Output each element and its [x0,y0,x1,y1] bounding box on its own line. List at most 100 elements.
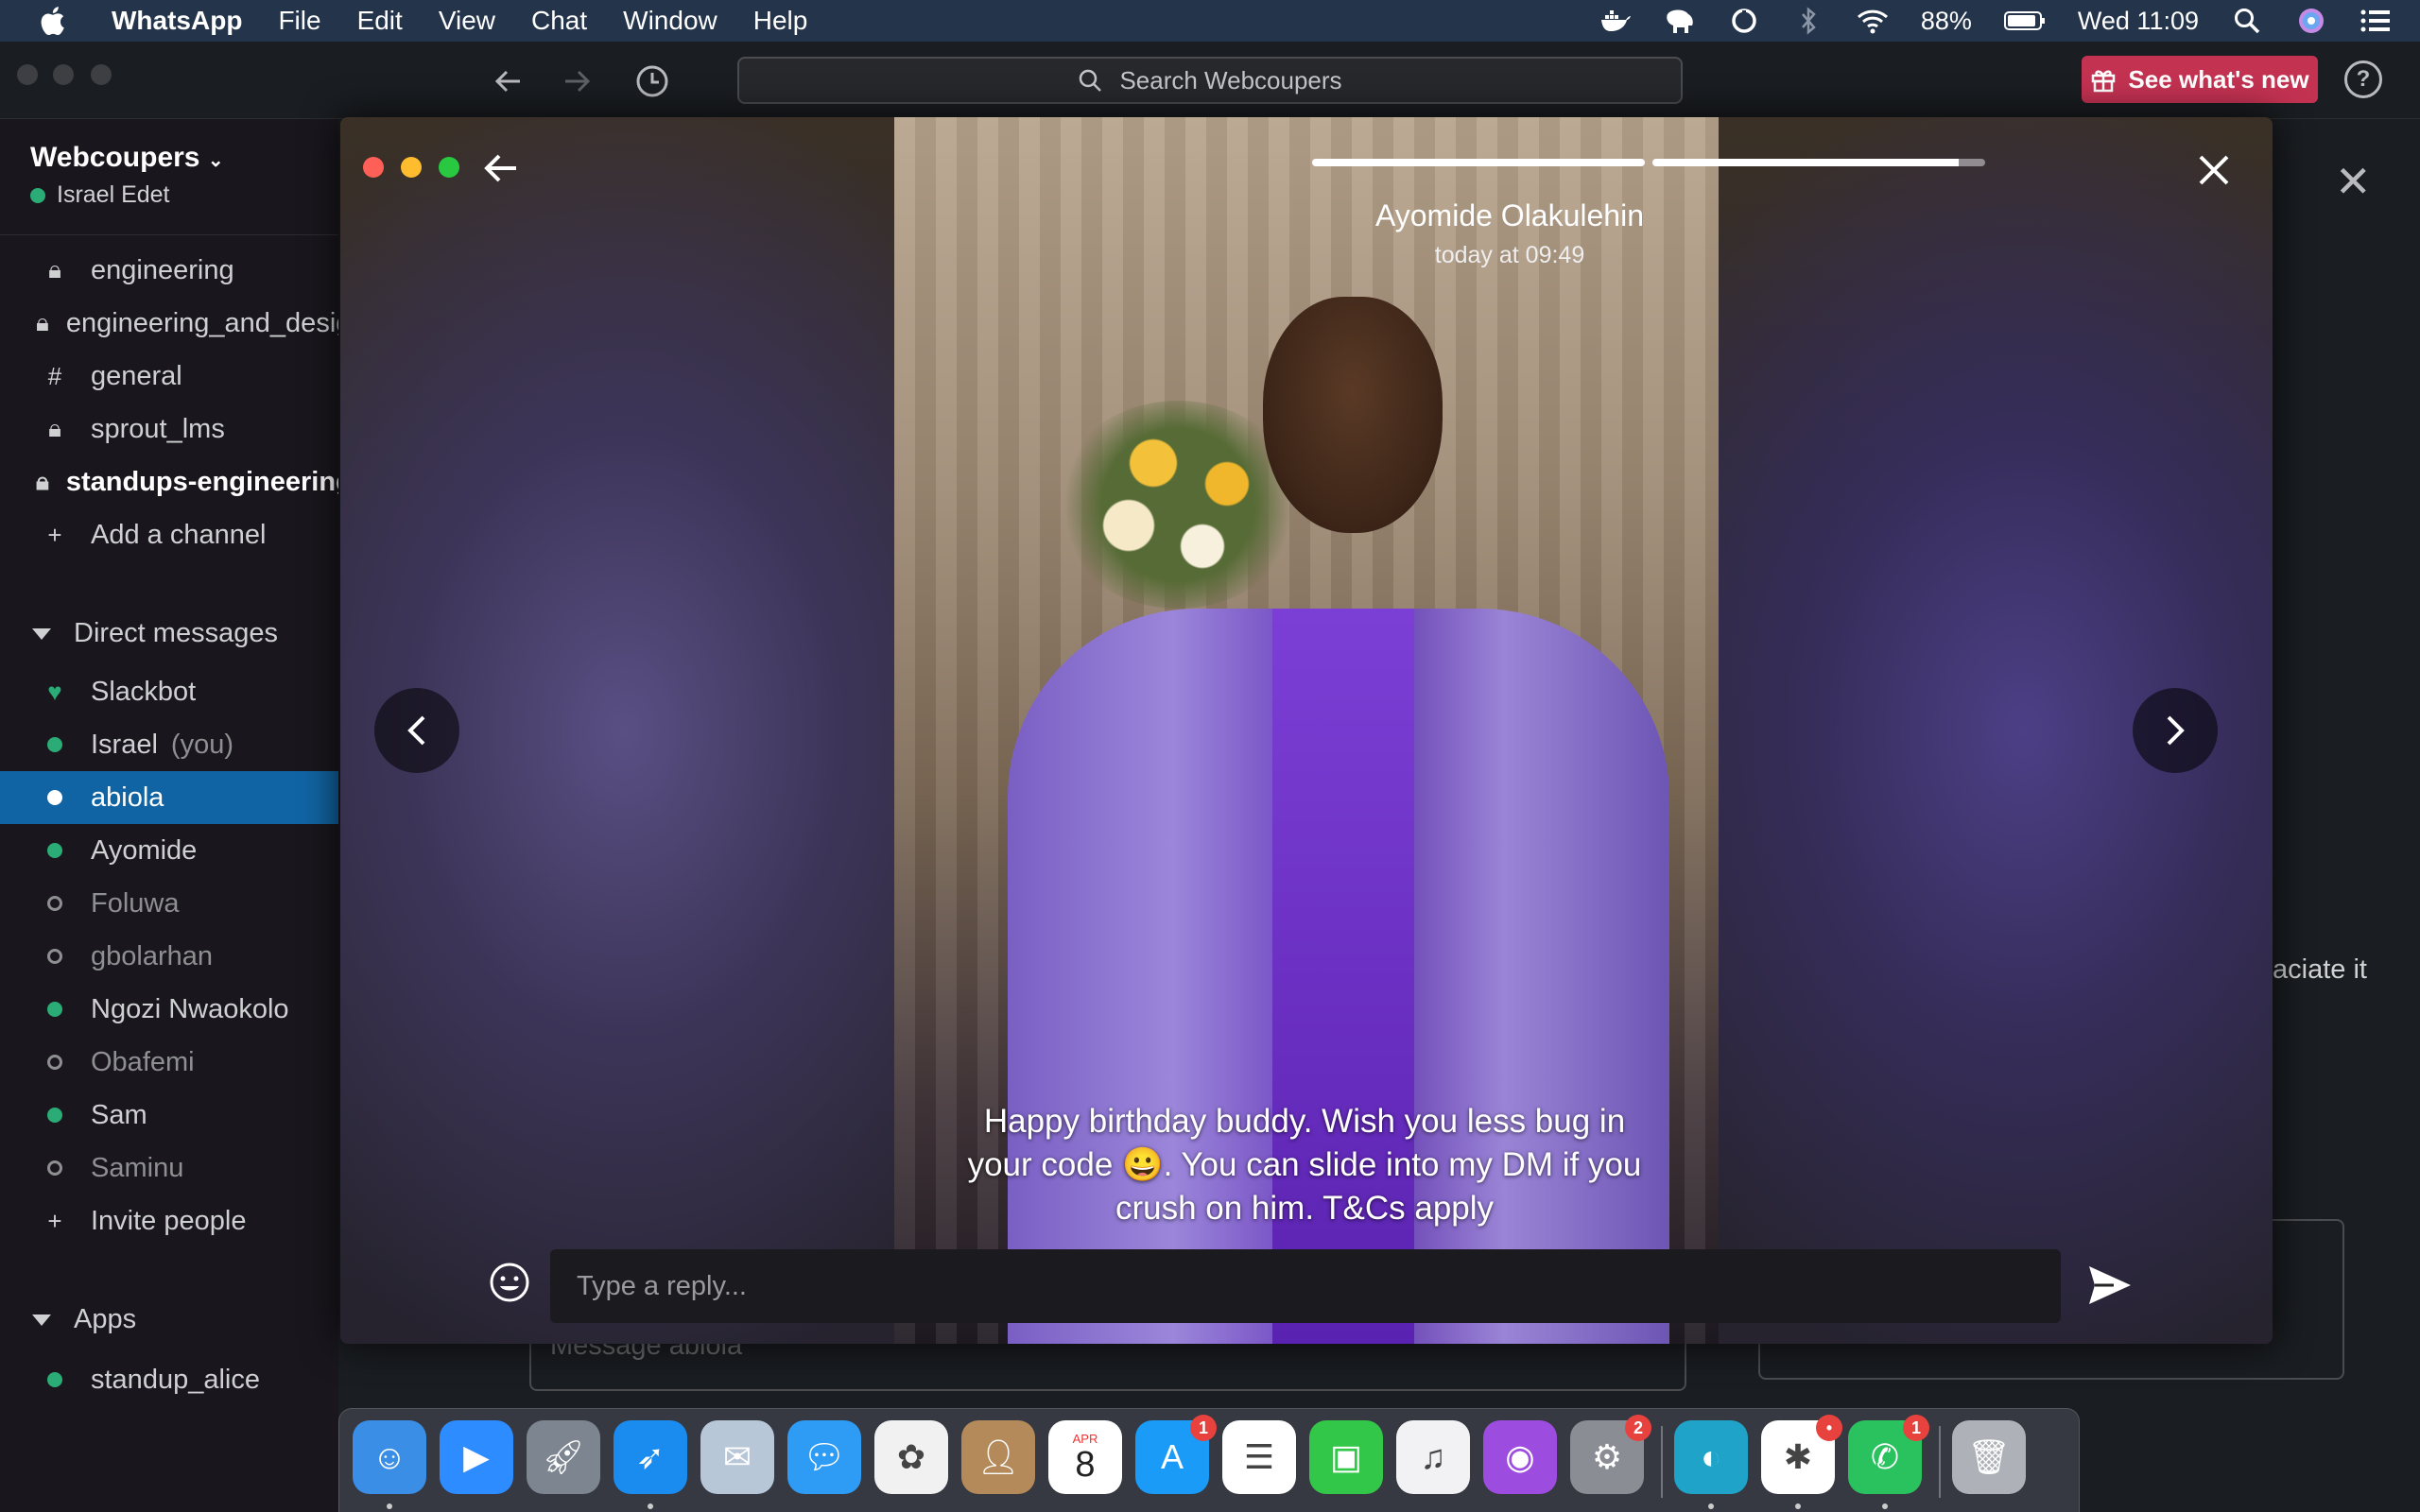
story-progress-fill [1652,159,1959,166]
battery-percentage: 88% [1920,6,1972,35]
channel-standups-engineering[interactable]: 🔒︎ standups-engineering [0,455,338,508]
story-back-arrow-icon[interactable] [482,151,520,185]
dock-item-zoom[interactable]: ▶ [440,1420,513,1494]
dock-item-photos[interactable]: ✿ [874,1420,948,1494]
presence-online-icon [36,1108,74,1123]
next-story-button[interactable] [2133,688,2218,773]
close-icon[interactable] [2197,153,2231,187]
reply-input[interactable] [550,1249,2061,1323]
dm-ngozi-nwaokolo[interactable]: Ngozi Nwaokolo [0,983,338,1036]
messages-icon: 💬︎ [803,1437,846,1476]
channel-engineering[interactable]: 🔒︎ engineering [0,244,338,297]
section-label: Apps [74,1304,137,1334]
menu-view[interactable]: View [439,6,495,36]
bluetooth-icon[interactable] [1792,7,1824,35]
window-minimize-button-inactive[interactable] [53,64,74,85]
app-standup-alice[interactable]: standup_alice [0,1353,338,1406]
caption-line: crush on him. T&Cs apply [1115,1190,1495,1227]
history-clock-icon[interactable] [631,60,673,102]
dock-item-mail-stamp[interactable]: ✉ [700,1420,774,1494]
dock-item-finder[interactable]: ☺ [353,1420,426,1509]
siri-icon[interactable] [2295,7,2327,35]
channel-sprout-lms[interactable]: 🔒︎ sprout_lms [0,403,338,455]
dock-item-safari[interactable]: ➶ [614,1420,687,1509]
invite-people-button[interactable]: + Invite people [0,1194,338,1247]
dm-label: Israel [91,729,158,760]
presence-online-icon [36,737,74,752]
workspace-sidebar: Webcoupers ⌄ Israel Edet 🔒︎ engineering 🔒… [0,119,338,1512]
podcasts-icon: ◉ [1505,1437,1535,1476]
dock-item-messages[interactable]: 💬︎ [787,1420,861,1494]
current-user[interactable]: Israel Edet [30,181,170,209]
current-user-name: Israel Edet [57,181,170,208]
window-close-button[interactable] [363,157,384,178]
spotlight-search-icon[interactable] [2231,7,2263,35]
menu-window[interactable]: Window [623,6,717,36]
stamp-icon: ✉ [722,1437,752,1476]
dm-saminu[interactable]: Saminu [0,1142,338,1194]
apple-logo-icon[interactable] [38,6,66,36]
story-progress-fill [1312,159,1645,166]
dm-gbolarhan[interactable]: gbolarhan [0,930,338,983]
elephant-icon[interactable] [1664,7,1696,35]
close-thread-icon[interactable]: ✕ [2335,156,2372,207]
dm-sam[interactable]: Sam [0,1089,338,1142]
wifi-icon[interactable] [1857,7,1889,35]
dock-item-app-store[interactable]: A1 [1135,1415,1217,1494]
dm-obafemi[interactable]: Obafemi [0,1036,338,1089]
notification-center-icon[interactable] [2360,7,2392,35]
workspace-name[interactable]: Webcoupers ⌄ [30,142,224,174]
previous-story-button[interactable] [374,688,459,773]
sync-icon[interactable] [1728,7,1760,35]
dock-item-reminders[interactable]: ☰ [1222,1420,1296,1494]
lock-icon: 🔒︎ [48,255,61,284]
dock-item-contacts[interactable]: 👤︎ [961,1420,1035,1494]
dock-item-slack[interactable]: ✱ • [1761,1415,1842,1509]
window-zoom-button[interactable] [439,157,459,178]
add-channel-button[interactable]: + Add a channel [0,508,338,561]
back-arrow-icon[interactable] [488,60,529,102]
docker-icon[interactable] [1599,7,1632,35]
send-icon[interactable] [2085,1263,2135,1308]
dm-israel[interactable]: Israel (you) [0,718,338,771]
menubar-clock[interactable]: Wed 11:09 [2078,7,2199,36]
search-icon [1080,69,1102,92]
menu-chat[interactable]: Chat [531,6,587,36]
direct-messages-section[interactable]: Direct messages [32,618,278,649]
dock-item-calendar[interactable]: APR 8 [1048,1420,1122,1494]
dock-item-trash[interactable]: 🗑︎ [1952,1420,2026,1494]
channel-engineering-and-design[interactable]: 🔒︎ engineering_and_design [0,297,338,350]
dm-ayomide[interactable]: Ayomide [0,824,338,877]
dock-item-podcasts[interactable]: ◉ [1483,1420,1557,1494]
dock-item-facetime[interactable]: ▣ [1309,1420,1383,1494]
dm-slackbot[interactable]: ♥ Slackbot [0,665,338,718]
window-close-button-inactive[interactable] [17,64,38,85]
battery-icon[interactable] [2003,7,2046,35]
apps-section[interactable]: Apps [32,1304,136,1335]
forward-arrow-icon[interactable] [556,60,597,102]
search-input[interactable]: Search Webcoupers [737,57,1683,104]
story-author-name[interactable]: Ayomide Olakulehin [1306,198,1713,233]
channel-general[interactable]: # general [0,350,338,403]
lock-icon: 🔒︎ [36,308,49,336]
dock-item-system-preferences[interactable]: ⚙ 2 [1570,1415,1651,1494]
app-toolbar: Search Webcoupers See what's new ? [0,42,2420,119]
menu-help[interactable]: Help [753,6,808,36]
emoji-icon[interactable] [488,1261,531,1304]
menu-file[interactable]: File [278,6,320,36]
dm-foluwa[interactable]: Foluwa [0,877,338,930]
help-button[interactable]: ? [2344,60,2382,98]
dock-item-music[interactable]: ♫ [1396,1420,1470,1494]
story-progress-segment [1652,159,1985,166]
dock-item-whatsapp[interactable]: ✆ 1 [1848,1415,1929,1509]
menu-edit[interactable]: Edit [357,6,403,36]
dock-item-launchpad[interactable]: 🚀︎ [527,1420,600,1494]
menu-app-name[interactable]: WhatsApp [112,6,242,36]
dm-abiola[interactable]: abiola [0,771,338,824]
slack-icon: ✱ [1783,1437,1813,1476]
whats-new-button[interactable]: See what's new [2082,56,2318,103]
dock-item-edge[interactable]: ◐ [1674,1420,1748,1509]
window-zoom-button-inactive[interactable] [91,64,112,85]
window-minimize-button[interactable] [401,157,422,178]
plus-icon: + [47,1206,62,1235]
